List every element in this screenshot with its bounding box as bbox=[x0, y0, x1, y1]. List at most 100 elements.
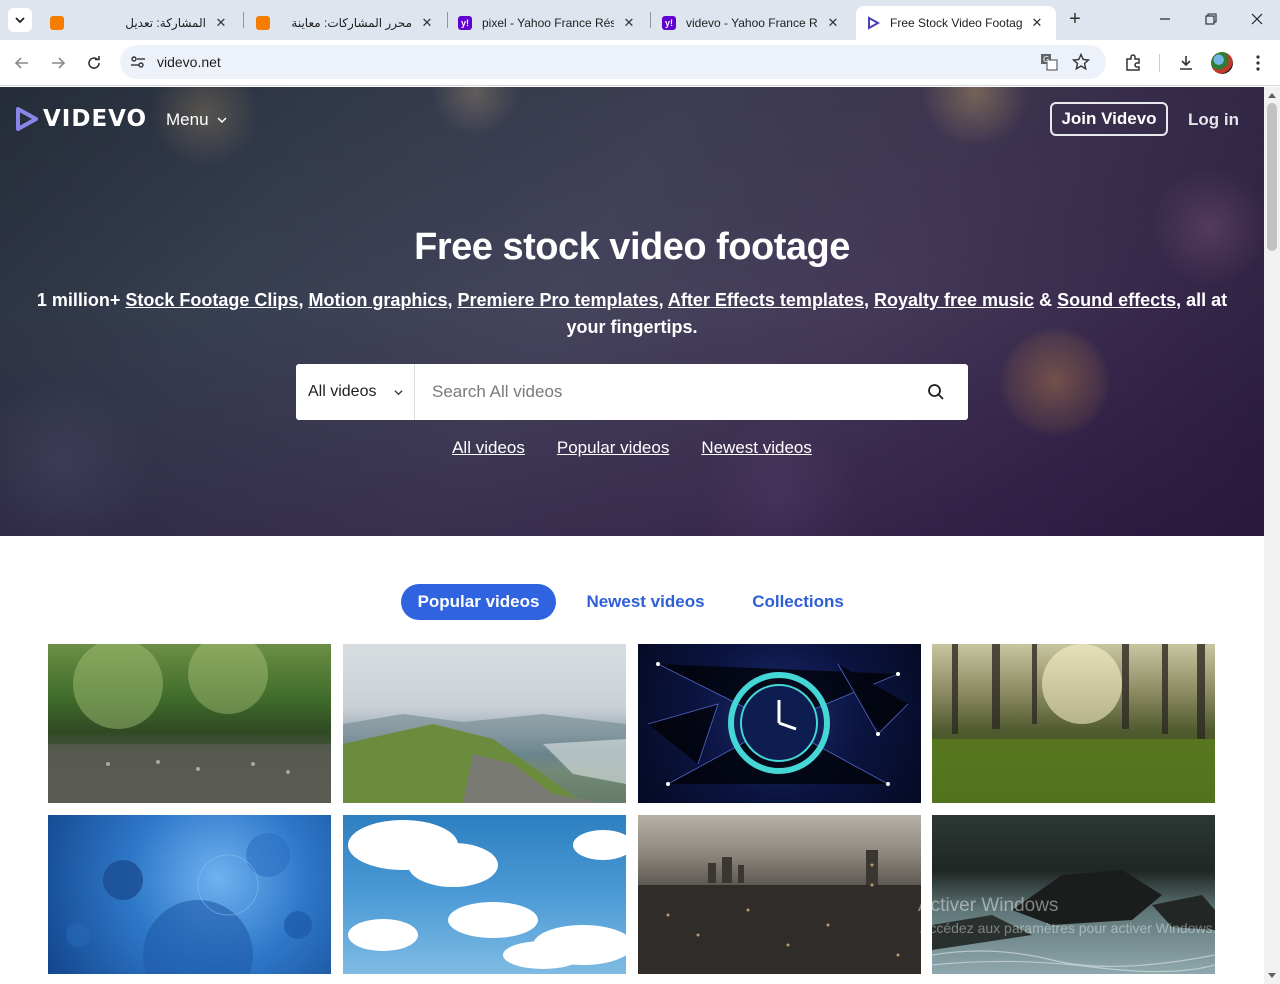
video-thumbnail-art bbox=[66, 833, 312, 974]
chevron-down-icon bbox=[15, 17, 25, 24]
blogger-icon bbox=[50, 16, 64, 30]
blogger-icon bbox=[256, 16, 270, 30]
close-icon[interactable]: ✕ bbox=[418, 14, 436, 32]
page-viewport: VIDEVO Menu Join Videvo Log in Free stoc… bbox=[0, 87, 1264, 984]
bookmark-button[interactable] bbox=[1072, 53, 1090, 71]
search-button[interactable] bbox=[924, 380, 948, 404]
address-bar[interactable]: videvo.net G bbox=[120, 45, 1106, 79]
menu-label: Menu bbox=[166, 110, 209, 129]
site-settings-icon[interactable] bbox=[130, 54, 146, 70]
tab-divider bbox=[243, 12, 244, 28]
browser-tab-active[interactable]: Free Stock Video Footage ✕ bbox=[856, 6, 1056, 40]
login-link[interactable]: Log in bbox=[1188, 110, 1239, 130]
new-tab-button[interactable]: + bbox=[1064, 8, 1086, 30]
url-text[interactable]: videvo.net bbox=[157, 54, 221, 70]
search-bar: All videos bbox=[296, 364, 968, 420]
kebab-menu-icon bbox=[1256, 55, 1260, 71]
tab-collections[interactable]: Collections bbox=[744, 584, 852, 620]
subtitle-prefix: 1 million+ bbox=[36, 290, 126, 310]
browser-tab-4[interactable]: y! videvo - Yahoo France Ré ✕ bbox=[652, 6, 852, 40]
hero-quick-links: All videos Popular videos Newest videos bbox=[0, 438, 1264, 458]
puzzle-icon bbox=[1126, 54, 1140, 71]
close-icon[interactable]: ✕ bbox=[824, 14, 842, 32]
tab-title: pixel - Yahoo France Résu bbox=[482, 16, 614, 30]
chevron-down-icon bbox=[217, 117, 227, 124]
search-input[interactable] bbox=[416, 364, 910, 420]
main-menu-button[interactable]: Menu bbox=[166, 110, 227, 130]
windows-activation-title: Activer Windows bbox=[918, 895, 1059, 916]
join-button[interactable]: Join Videvo bbox=[1050, 102, 1168, 136]
quick-link-popular-videos[interactable]: Popular videos bbox=[557, 438, 669, 458]
translate-icon: G bbox=[1041, 54, 1058, 71]
restore-button[interactable] bbox=[1198, 8, 1224, 30]
video-thumbnail-art bbox=[647, 662, 909, 786]
scroll-up-arrow-icon[interactable] bbox=[1268, 93, 1276, 98]
tab-search-button[interactable] bbox=[8, 8, 32, 32]
search-category-label: All videos bbox=[308, 383, 377, 400]
scrollbar-thumb[interactable] bbox=[1267, 103, 1277, 251]
tab-popular-videos[interactable]: Popular videos bbox=[401, 584, 556, 620]
close-icon[interactable]: ✕ bbox=[620, 14, 638, 32]
extensions-button[interactable] bbox=[1122, 52, 1144, 74]
browser-menu-button[interactable] bbox=[1247, 52, 1269, 74]
video-thumbnail-art bbox=[48, 644, 331, 803]
rain-on-water-thumbnail[interactable] bbox=[48, 644, 331, 803]
back-button[interactable] bbox=[10, 51, 34, 75]
video-thumbnail-art bbox=[638, 850, 921, 974]
tab-title: videvo - Yahoo France Ré bbox=[686, 16, 818, 30]
city-skyline-thumbnail[interactable] bbox=[638, 815, 921, 974]
browser-tab-3[interactable]: y! pixel - Yahoo France Résu ✕ bbox=[448, 6, 648, 40]
separator: & bbox=[1034, 290, 1058, 310]
blue-cells-thumbnail[interactable] bbox=[48, 815, 331, 974]
minimize-button[interactable] bbox=[1152, 8, 1178, 30]
tab-divider bbox=[650, 12, 651, 28]
motion-graphics-link[interactable]: Motion graphics bbox=[308, 290, 447, 310]
page-scrollbar[interactable] bbox=[1264, 87, 1280, 984]
download-icon bbox=[1180, 56, 1192, 70]
premiere-pro-link[interactable]: Premiere Pro templates bbox=[457, 290, 658, 310]
browser-tab-2[interactable]: محرر المشاركات: معاينة ✕ bbox=[246, 6, 446, 40]
search-category-select[interactable]: All videos bbox=[296, 364, 415, 420]
scroll-down-arrow-icon[interactable] bbox=[1268, 973, 1276, 978]
browser-tab-bar: المشاركة: تعديل ✕ محرر المشاركات: معاينة… bbox=[0, 0, 1280, 40]
forward-button[interactable] bbox=[46, 51, 70, 75]
toolbar-divider bbox=[1159, 54, 1160, 72]
chevron-down-icon bbox=[394, 390, 403, 396]
sound-effects-link[interactable]: Sound effects bbox=[1057, 290, 1176, 310]
forest-grass-thumbnail[interactable] bbox=[932, 644, 1215, 803]
downloads-button[interactable] bbox=[1175, 52, 1197, 74]
hero-subtitle: 1 million+ Stock Footage Clips, Motion g… bbox=[22, 287, 1242, 341]
search-icon bbox=[928, 384, 944, 400]
close-icon[interactable]: ✕ bbox=[1028, 14, 1046, 32]
quick-link-newest-videos[interactable]: Newest videos bbox=[701, 438, 812, 458]
stock-footage-link[interactable]: Stock Footage Clips bbox=[125, 290, 298, 310]
clock-network-thumbnail[interactable] bbox=[638, 644, 921, 803]
video-thumbnail-art bbox=[932, 644, 1215, 803]
hero-section: VIDEVO Menu Join Videvo Log in Free stoc… bbox=[0, 87, 1264, 536]
coastline-thumbnail[interactable] bbox=[343, 644, 626, 803]
minimize-icon bbox=[1160, 18, 1170, 20]
svg-text:G: G bbox=[1043, 55, 1049, 64]
reload-icon bbox=[88, 56, 100, 69]
browser-tab-1[interactable]: المشاركة: تعديل ✕ bbox=[40, 6, 240, 40]
separator: , bbox=[863, 290, 874, 310]
close-window-button[interactable] bbox=[1244, 8, 1270, 30]
clouds-sky-thumbnail[interactable] bbox=[343, 815, 626, 974]
separator: , bbox=[658, 290, 668, 310]
translate-button[interactable]: G bbox=[1040, 53, 1058, 71]
after-effects-link[interactable]: After Effects templates bbox=[668, 290, 864, 310]
arrow-right-icon bbox=[52, 57, 66, 69]
reload-button[interactable] bbox=[82, 51, 106, 75]
close-icon bbox=[1251, 13, 1263, 25]
profile-avatar[interactable] bbox=[1211, 52, 1233, 74]
content-tabs: Popular videos Newest videos Collections bbox=[0, 584, 1264, 620]
browser-toolbar: videvo.net G bbox=[0, 40, 1280, 86]
videvo-logo-icon bbox=[16, 107, 38, 131]
windows-activation-text: Accédez aux paramètres pour activer Wind… bbox=[920, 920, 1217, 936]
videvo-icon bbox=[866, 16, 880, 30]
quick-link-all-videos[interactable]: All videos bbox=[452, 438, 525, 458]
videvo-logo[interactable]: VIDEVO bbox=[15, 105, 147, 133]
royalty-free-music-link[interactable]: Royalty free music bbox=[874, 290, 1034, 310]
tab-newest-videos[interactable]: Newest videos bbox=[578, 584, 713, 620]
close-icon[interactable]: ✕ bbox=[212, 14, 230, 32]
